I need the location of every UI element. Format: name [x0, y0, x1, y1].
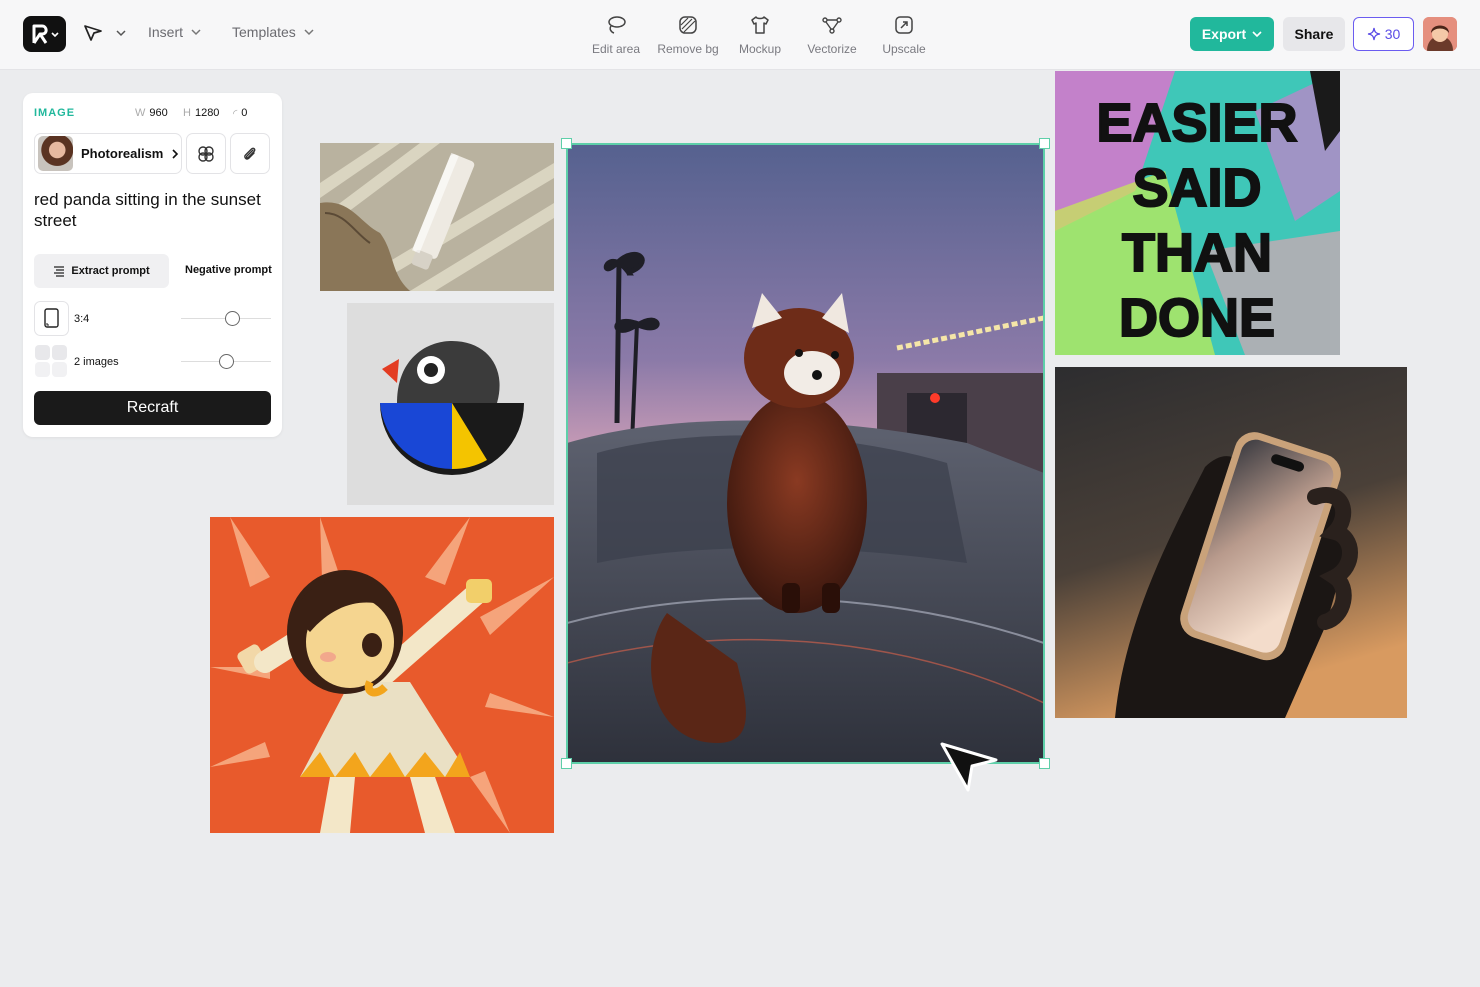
girl-illustration [210, 517, 554, 833]
paperclip-icon [244, 147, 256, 160]
recraft-label: Recraft [126, 399, 179, 416]
aspect-ratio-label: 3:4 [74, 313, 90, 325]
cursor-arrow-icon [940, 742, 998, 792]
credits-button[interactable]: 30 [1353, 17, 1414, 51]
chevron-down-icon [191, 29, 201, 36]
tool-label: Edit area [591, 42, 641, 56]
tube-product-photo [320, 143, 554, 291]
poster-line-1: EASIER [1096, 93, 1297, 153]
avatar-portrait [1423, 17, 1457, 51]
poster-line-3: THAN [1122, 223, 1272, 283]
text-lines-icon [54, 266, 65, 277]
width-key: W [135, 107, 146, 119]
canvas-image-girl-illustration[interactable] [210, 517, 554, 833]
poster-line-4: DONE [1119, 288, 1275, 348]
aspect-ratio-icon [34, 301, 69, 336]
tool-vectorize[interactable]: Vectorize [796, 14, 868, 56]
color-palette-button[interactable] [186, 133, 226, 174]
corner-radius-icon: ◜ [233, 108, 238, 120]
tool-remove-bg[interactable]: Remove bg [652, 14, 724, 56]
sparkle-icon [1367, 27, 1380, 41]
height-field[interactable]: H 1280 [183, 107, 219, 119]
canvas-empty-area[interactable] [0, 833, 1480, 987]
negative-prompt-button[interactable]: Negative prompt [185, 264, 272, 276]
canvas-image-phone-hand[interactable] [1055, 367, 1407, 718]
width-value: 960 [149, 107, 168, 119]
select-tool-dropdown[interactable] [82, 22, 126, 44]
lasso-icon [608, 16, 626, 34]
prompt-text[interactable]: red panda sitting in the sunset street [34, 189, 264, 231]
chevron-down-icon [304, 29, 314, 36]
share-button[interactable]: Share [1283, 17, 1345, 51]
resize-handle-top-left[interactable] [561, 138, 572, 149]
style-thumbnail [38, 136, 73, 171]
rotation-field[interactable]: ◜ 0 [233, 107, 247, 120]
tshirt-icon [751, 16, 769, 34]
credits-count: 30 [1384, 26, 1401, 42]
resize-handle-top-right[interactable] [1039, 138, 1050, 149]
width-field[interactable]: W 960 [135, 107, 168, 119]
tool-label: Mockup [738, 42, 782, 56]
phone-hand-photo [1055, 367, 1407, 718]
selection-frame[interactable] [566, 143, 1045, 764]
image-count-icon [35, 345, 67, 377]
remove-bg-icon [679, 16, 697, 34]
templates-menu-label: Templates [232, 24, 296, 40]
export-button[interactable]: Export [1190, 17, 1274, 51]
style-selector[interactable]: Photorealism [34, 133, 182, 174]
style-label: Photorealism [81, 146, 164, 161]
chevron-down-icon [116, 30, 126, 37]
poster-line-2: SAID [1132, 158, 1261, 218]
user-avatar[interactable] [1423, 17, 1457, 51]
resize-handle-bottom-right[interactable] [1039, 758, 1050, 769]
insert-menu[interactable]: Insert [148, 24, 201, 40]
canvas-image-typography-poster[interactable]: EASIER SAID THAN DONE [1055, 71, 1340, 355]
vector-nodes-icon [822, 17, 842, 34]
image-settings-panel: IMAGE W 960 H 1280 ◜ 0 Photorealism red … [23, 93, 282, 437]
tool-edit-area[interactable]: Edit area [580, 14, 652, 56]
top-toolbar: Insert Templates Edit area Remove bg Moc… [0, 0, 1480, 70]
app-logo-menu[interactable] [23, 16, 66, 52]
resize-handle-bottom-left[interactable] [561, 758, 572, 769]
chevron-right-icon [172, 148, 179, 159]
bird-logo-graphic [380, 341, 524, 475]
extract-prompt-button[interactable]: Extract prompt [34, 254, 169, 288]
aspect-ratio-slider[interactable] [181, 311, 271, 326]
typography-poster: EASIER SAID THAN DONE [1055, 71, 1340, 355]
chevron-down-icon [1252, 31, 1262, 38]
rotation-value: 0 [241, 107, 248, 119]
recraft-logo-icon [32, 24, 59, 44]
insert-menu-label: Insert [148, 24, 184, 40]
section-label: IMAGE [34, 107, 76, 119]
canvas-image-bird-logo[interactable] [347, 303, 554, 505]
templates-menu[interactable]: Templates [232, 24, 314, 40]
share-label: Share [1294, 26, 1334, 42]
tool-label: Remove bg [657, 42, 719, 56]
canvas-image-tube-product[interactable] [320, 143, 554, 291]
tool-upscale[interactable]: Upscale [868, 14, 940, 56]
tool-mockup[interactable]: Mockup [724, 14, 796, 56]
image-count-slider-knob[interactable] [218, 354, 234, 369]
upscale-icon [895, 16, 913, 34]
image-count-label: 2 images [74, 356, 119, 368]
image-count-slider[interactable] [181, 354, 271, 369]
export-label: Export [1201, 26, 1247, 42]
pointer-arrow-icon [84, 25, 102, 41]
height-value: 1280 [194, 107, 220, 119]
tool-label: Upscale [882, 42, 926, 56]
palette-icon [198, 145, 214, 162]
height-key: H [183, 107, 191, 119]
image-tools: Edit area Remove bg Mockup Vectorize Ups… [580, 14, 940, 56]
recraft-generate-button[interactable]: Recraft [34, 391, 271, 425]
tool-label: Vectorize [807, 42, 857, 56]
aspect-ratio-slider-knob[interactable] [224, 311, 240, 326]
extract-label: Extract prompt [71, 265, 150, 277]
attach-image-button[interactable] [230, 133, 270, 174]
